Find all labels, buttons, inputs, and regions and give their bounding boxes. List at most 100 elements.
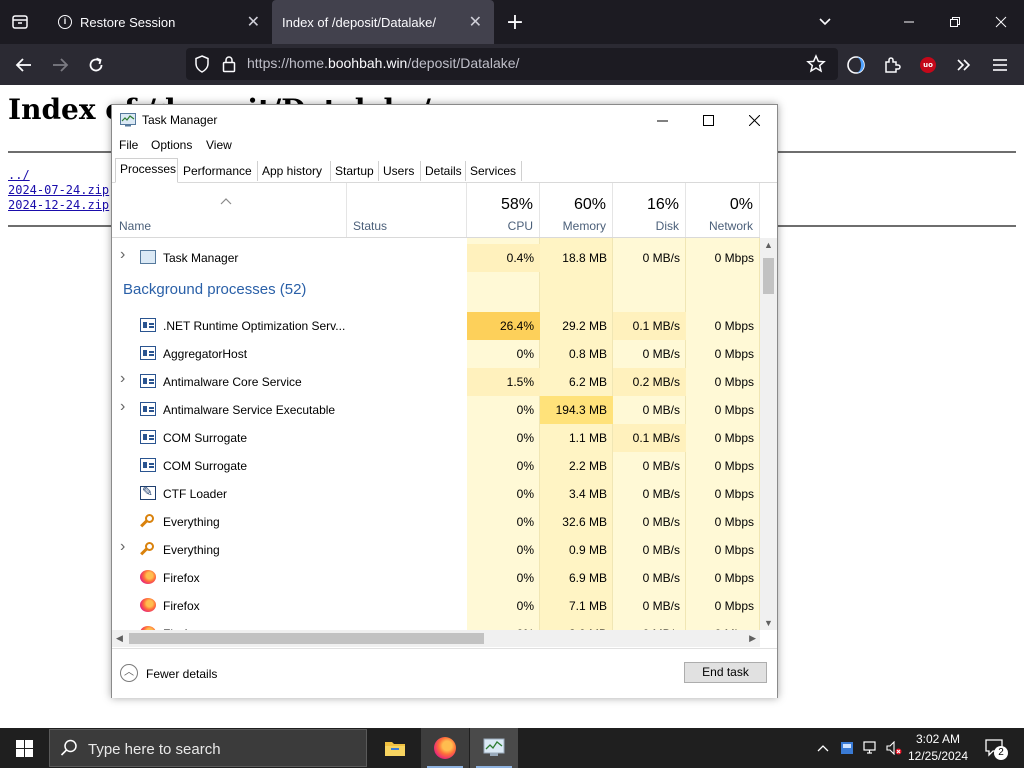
minimize-icon[interactable] <box>639 105 685 135</box>
parent-directory-link[interactable]: ../ <box>8 168 30 182</box>
close-icon[interactable] <box>731 105 777 135</box>
memory-value: 2.2 MB <box>568 459 607 473</box>
chevron-up-icon[interactable]: ︿ <box>120 664 138 682</box>
disk-value: 0 MB/s <box>642 487 680 501</box>
file-link[interactable]: 2024-07-24.zip <box>8 183 109 197</box>
shield-icon[interactable] <box>194 55 210 76</box>
process-row[interactable]: › Task Manager 0.4% 18.8 MB 0 MB/s 0 Mbps <box>112 244 760 272</box>
reload-icon[interactable] <box>78 44 114 85</box>
vertical-scroll-thumb[interactable] <box>763 258 774 294</box>
end-task-button[interactable]: End task <box>684 662 767 683</box>
title-bar[interactable]: Task Manager <box>112 105 777 135</box>
tab-services[interactable]: Services <box>466 161 522 181</box>
process-row[interactable]: › Antimalware Core Service 1.5% 6.2 MB 0.2 M… <box>112 368 760 396</box>
column-header-memory[interactable]: 60% Memory <box>540 183 613 237</box>
restore-icon[interactable] <box>932 0 978 44</box>
expand-chevron-icon[interactable]: › <box>120 538 125 556</box>
expand-chevron-icon[interactable]: › <box>120 398 125 416</box>
process-row[interactable]: AggregatorHost 0% 0.8 MB 0 MB/s 0 Mbps <box>112 340 760 368</box>
close-window-icon[interactable] <box>978 0 1024 44</box>
close-tab-icon[interactable]: ✕ <box>247 12 260 32</box>
process-row[interactable]: › Everything 0% 0.9 MB 0 MB/s 0 Mbps <box>112 536 760 564</box>
file-link[interactable]: 2024-12-24.zip <box>8 198 109 212</box>
menu-options[interactable]: Options <box>151 138 192 152</box>
process-row[interactable]: CTF Loader 0% 3.4 MB 0 MB/s 0 Mbps <box>112 480 760 508</box>
vertical-scrollbar[interactable]: ▲ ▼ <box>760 238 777 630</box>
extensions-icon[interactable] <box>874 44 910 85</box>
column-label-name: Name <box>119 219 152 233</box>
tab-performance[interactable]: Performance <box>179 161 258 181</box>
lock-icon[interactable] <box>222 55 236 76</box>
column-header-network[interactable]: 0% Network <box>686 183 760 237</box>
memory-value: 3.4 MB <box>568 487 607 501</box>
show-hidden-icons-chevron-icon[interactable] <box>812 728 834 768</box>
memory-value: 6.9 MB <box>568 571 607 585</box>
volume-muted-icon[interactable] <box>884 728 904 768</box>
process-row[interactable]: COM Surrogate 0% 2.2 MB 0 MB/s 0 Mbps <box>112 452 760 480</box>
scroll-right-icon[interactable]: ▶ <box>749 633 756 644</box>
network-value: 0 Mbps <box>714 543 754 557</box>
cpu-value: 0% <box>516 571 534 585</box>
bookmark-star-icon[interactable] <box>806 54 826 77</box>
menu-file[interactable]: File <box>119 138 138 152</box>
folder-icon <box>385 742 405 756</box>
tab-users[interactable]: Users <box>379 161 421 181</box>
system-clock[interactable]: 3:02 AM 12/25/2024 <box>906 731 970 765</box>
overflow-menu-icon[interactable] <box>946 44 982 85</box>
expand-chevron-icon[interactable]: › <box>120 246 125 264</box>
process-row[interactable]: Firefox0%3.0 MB0 MB/s0 Mbps <box>112 620 760 630</box>
new-tab-icon[interactable]: + <box>500 0 530 44</box>
tray-app-icon[interactable] <box>836 728 858 768</box>
close-tab-icon[interactable]: ✕ <box>469 12 482 32</box>
menu-view[interactable]: View <box>206 138 232 152</box>
url-bar[interactable]: https://home.boohbah.win/deposit/Datalak… <box>186 48 838 80</box>
tab-processes[interactable]: Processes <box>115 158 178 183</box>
notification-center-icon[interactable]: 2 <box>980 728 1010 768</box>
memory-value: 6.2 MB <box>568 375 607 389</box>
column-header-name[interactable]: Name <box>112 183 347 237</box>
tab-details[interactable]: Details <box>421 161 466 181</box>
disk-value: 0 MB/s <box>642 403 680 417</box>
horizontal-scroll-thumb[interactable] <box>129 633 484 644</box>
network-value: 0 Mbps <box>714 571 754 585</box>
memory-value: 32.6 MB <box>562 515 607 529</box>
process-name: Antimalware Core Service <box>163 375 302 389</box>
tab-startup[interactable]: Startup <box>331 161 379 181</box>
fewer-details-link[interactable]: Fewer details <box>146 667 217 681</box>
chevron-down-icon[interactable] <box>810 0 840 44</box>
process-row[interactable]: Everything 0% 32.6 MB 0 MB/s 0 Mbps <box>112 508 760 536</box>
expand-chevron-icon[interactable]: › <box>120 370 125 388</box>
firefox-taskbar-button[interactable] <box>421 728 469 768</box>
process-row[interactable]: Firefox 0% 7.1 MB 0 MB/s 0 Mbps <box>112 592 760 620</box>
file-explorer-taskbar-button[interactable] <box>371 728 419 768</box>
forward-arrow-icon[interactable] <box>42 44 78 85</box>
process-row[interactable]: .NET Runtime Optimization Serv... 26.4% 29… <box>112 312 760 340</box>
column-header-cpu[interactable]: 58% CPU <box>467 183 540 237</box>
background-processes-group-header[interactable]: Background processes (52) <box>123 281 306 298</box>
tab-index-datalake[interactable]: Index of /deposit/Datalake/ ✕ <box>272 0 494 44</box>
scroll-left-icon[interactable]: ◀ <box>116 633 123 644</box>
start-button[interactable] <box>0 728 48 768</box>
scroll-down-icon[interactable]: ▼ <box>764 618 773 628</box>
scroll-up-icon[interactable]: ▲ <box>764 240 773 250</box>
list-all-tabs-icon[interactable] <box>0 0 40 44</box>
column-header-disk[interactable]: 16% Disk <box>613 183 686 237</box>
process-row[interactable]: COM Surrogate 0% 1.1 MB 0.1 MB/s 0 Mbps <box>112 424 760 452</box>
process-row[interactable]: Firefox 0% 6.9 MB 0 MB/s 0 Mbps <box>112 564 760 592</box>
horizontal-scrollbar[interactable]: ◀ ▶ <box>112 630 760 647</box>
taskbar-search-box[interactable]: Type here to search <box>49 729 367 767</box>
back-arrow-icon[interactable] <box>6 44 42 85</box>
task-manager-taskbar-button[interactable] <box>470 728 518 768</box>
tab-app-history[interactable]: App history <box>258 161 331 181</box>
process-row[interactable]: › Antimalware Service Executable 0% 194.3 M… <box>112 396 760 424</box>
minimize-icon[interactable] <box>886 0 932 44</box>
network-icon[interactable] <box>860 728 882 768</box>
hamburger-menu-icon[interactable] <box>982 44 1018 85</box>
ublock-origin-icon[interactable]: uo <box>910 44 946 85</box>
tab-restore-session[interactable]: i Restore Session ✕ <box>44 0 272 44</box>
cpu-value: 0.4% <box>506 251 534 265</box>
maximize-icon[interactable] <box>685 105 731 135</box>
column-header-status[interactable]: Status <box>347 183 467 237</box>
firefox-account-icon[interactable] <box>838 44 874 85</box>
app-icon <box>140 430 156 444</box>
